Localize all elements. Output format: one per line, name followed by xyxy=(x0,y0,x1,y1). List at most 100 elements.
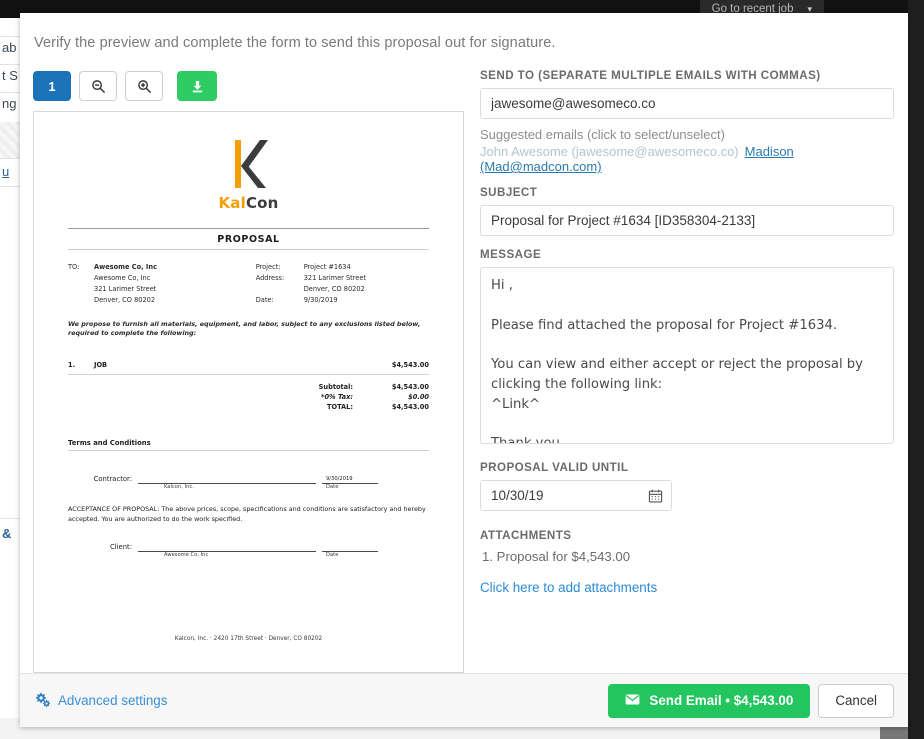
client-date-line xyxy=(322,541,378,552)
line-item-no: 1. xyxy=(68,361,76,370)
client-label: Client: xyxy=(110,542,132,551)
send-to-input[interactable] xyxy=(480,88,894,119)
document-meta-block: Project: Project #1634 Address: 321 Larime… xyxy=(256,262,429,306)
cancel-button[interactable]: Cancel xyxy=(818,683,894,718)
suggested-emails-label: Suggested emails (click to select/unsele… xyxy=(480,127,725,142)
background-left-panel: ab t S ng u & xyxy=(0,18,22,718)
pdf-preview-frame[interactable]: KalCon PROPOSAL TO: Awesome Co, Inc Awes… xyxy=(33,111,464,673)
kalcon-logo-icon xyxy=(221,136,277,192)
zoom-out-icon xyxy=(91,79,106,94)
meta-label-2 xyxy=(256,284,304,295)
advanced-settings-label: Advanced settings xyxy=(58,693,168,708)
message-label: MESSAGE xyxy=(480,248,542,261)
download-icon xyxy=(190,79,205,94)
client-date-caption: Date xyxy=(326,551,339,558)
contractor-date-caption: Date xyxy=(326,484,339,491)
subject-input[interactable] xyxy=(480,205,894,236)
download-button[interactable] xyxy=(177,71,217,101)
modal-header: Verify the preview and complete the form… xyxy=(34,35,556,51)
background-fragment-3: ng xyxy=(2,96,17,111)
meta-label-0: Project: xyxy=(255,263,281,271)
zoom-in-icon xyxy=(137,79,152,94)
document-intro: We propose to furnish all materials, equ… xyxy=(68,319,421,338)
to-line-3: Denver, CO 80202 xyxy=(94,295,156,304)
valid-until-field xyxy=(480,480,672,511)
background-fragment-5: & xyxy=(2,526,12,541)
subtotal-value: $4,543.00 xyxy=(391,383,429,392)
acceptance-text: ACCEPTANCE OF PROPOSAL: The above prices… xyxy=(68,505,426,524)
page-scrollbar[interactable] xyxy=(908,0,924,739)
calendar-icon[interactable] xyxy=(648,488,663,503)
add-attachments-link[interactable]: Click here to add attachments xyxy=(480,580,657,595)
total-value: $4,543.00 xyxy=(391,403,429,412)
meta-label-1: Address: xyxy=(255,273,285,282)
contractor-signature-block: Contractor: 9/30/2019 Kalcon, Inc. Date xyxy=(50,451,447,490)
send-to-label: SEND TO (separate multiple emails with c… xyxy=(480,69,821,82)
form-column: SEND TO (separate multiple emails with c… xyxy=(464,65,908,673)
document-parties: TO: Awesome Co, Inc Awesome Co, Inc 321 … xyxy=(50,250,447,306)
tax-value: $0.00 xyxy=(408,393,429,402)
background-fragment-4: u xyxy=(2,164,10,179)
advanced-settings-button[interactable]: Advanced settings xyxy=(34,692,167,710)
zoom-out-button[interactable] xyxy=(79,71,117,101)
client-signature-line xyxy=(138,541,316,552)
gears-icon xyxy=(34,692,50,710)
to-line-2: 321 Larimer Street xyxy=(94,284,157,293)
document-logo: KalCon xyxy=(50,112,447,212)
footer-actions: Send Email • $4,543.00 Cancel xyxy=(608,683,894,718)
pdf-toolbar: 1 xyxy=(33,65,464,111)
logo-kal: Kal xyxy=(218,194,246,212)
total-row-tax: *0% Tax: $0.00 xyxy=(68,393,429,403)
send-email-label: Send Email • $4,543.00 xyxy=(649,693,794,708)
document-totals: Subtotal: $4,543.00 *0% Tax: $0.00 TOTAL… xyxy=(50,375,447,413)
document-title: PROPOSAL xyxy=(217,234,280,245)
attachments-label: ATTACHMENTS xyxy=(480,529,572,542)
modal-body: 1 KalCon PROPOSAL TO: Awesome Co, Inc Aw… xyxy=(20,65,908,673)
meta-label-3: Date: xyxy=(255,295,274,304)
background-fragment-1: ab xyxy=(2,40,17,55)
terms-heading: Terms and Conditions xyxy=(68,439,151,448)
line-item-amount: $4,543.00 xyxy=(391,361,429,370)
total-row-total: TOTAL: $4,543.00 xyxy=(68,403,429,413)
document-to-block: TO: Awesome Co, Inc Awesome Co, Inc 321 … xyxy=(68,262,256,306)
document-line-items: 1. JOB $4,543.00 xyxy=(50,339,447,376)
contractor-date-line: 9/30/2019 xyxy=(322,473,378,485)
suggested-emails: Suggested emails (click to select/unsele… xyxy=(480,119,894,186)
total-label: TOTAL: xyxy=(326,403,353,412)
attachment-item: 1. Proposal for $4,543.00 xyxy=(482,549,631,564)
modal-footer: Advanced settings Send Email • $4,543.00… xyxy=(20,673,908,727)
proposal-document: KalCon PROPOSAL TO: Awesome Co, Inc Awes… xyxy=(34,112,463,672)
meta-value-0: Project #1634 xyxy=(303,263,351,271)
envelope-icon xyxy=(625,693,640,708)
contractor-name: Kalcon, Inc. xyxy=(164,484,194,491)
contractor-label: Contractor: xyxy=(93,475,132,484)
valid-until-input[interactable] xyxy=(480,480,672,511)
send-proposal-modal: Verify the preview and complete the form… xyxy=(20,13,908,727)
preview-column: 1 KalCon PROPOSAL TO: Awesome Co, Inc Aw… xyxy=(20,65,464,673)
app-screen: ab t S ng u & 4 Go to recent job ▾ Verif… xyxy=(0,0,924,739)
logo-con: Con xyxy=(245,194,279,212)
client-signature-block: Client: Awesome Co, Inc Date xyxy=(50,525,447,558)
line-item-row: 1. JOB $4,543.00 xyxy=(68,361,429,372)
to-line-1: Awesome Co, Inc xyxy=(94,273,151,282)
to-label: TO: xyxy=(68,263,80,271)
client-name: Awesome Co, Inc xyxy=(164,551,209,558)
send-email-button[interactable]: Send Email • $4,543.00 xyxy=(608,683,811,718)
document-footer: Kalcon, Inc. · 2420 17th Street · Denver… xyxy=(174,636,323,642)
meta-value-3: 9/30/2019 xyxy=(303,295,338,304)
line-item-desc: JOB xyxy=(94,361,108,370)
tax-label: *0% Tax: xyxy=(321,393,353,402)
page-number-button[interactable]: 1 xyxy=(33,71,71,101)
total-row-subtotal: Subtotal: $4,543.00 xyxy=(68,383,429,393)
suggested-email-john[interactable]: John Awesome (jawesome@awesomeco.co) xyxy=(480,144,739,159)
contractor-signature-line xyxy=(138,473,316,485)
document-terms: Terms and Conditions xyxy=(50,413,447,452)
to-line-0: Awesome Co, Inc xyxy=(94,263,157,271)
subject-label: SUBJECT xyxy=(480,186,538,199)
message-textarea[interactable]: Hi , Please find attached the proposal f… xyxy=(480,267,894,444)
zoom-in-button[interactable] xyxy=(125,71,163,101)
valid-until-label: PROPOSAL VALID UNTIL xyxy=(480,461,629,474)
logo-wordmark: KalCon xyxy=(50,194,447,212)
meta-value-1: 321 Larimer Street xyxy=(303,273,366,282)
contractor-date-value: 9/30/2019 xyxy=(326,476,353,483)
